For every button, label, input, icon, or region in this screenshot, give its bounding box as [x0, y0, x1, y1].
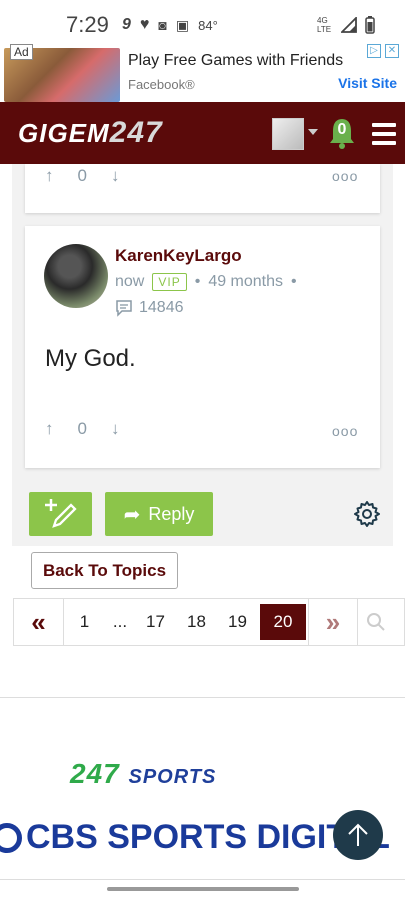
upvote-icon[interactable]: ↑ — [45, 166, 54, 186]
ad-source: Facebook® — [128, 77, 195, 92]
page-search[interactable] — [358, 599, 398, 645]
ad-title[interactable]: Play Free Games with Friends — [128, 52, 343, 70]
post-vote-count: 0 — [77, 419, 87, 438]
back-to-topics-button[interactable]: Back To Topics — [31, 552, 178, 589]
upvote-icon[interactable]: ↑ — [45, 419, 54, 439]
heart-icon: ♥ — [139, 16, 150, 33]
logo-text: GIGEM — [18, 118, 110, 148]
bottom-divider — [0, 879, 405, 880]
author-username[interactable]: KarenKeyLargo — [115, 246, 242, 266]
status-temp: 84° — [198, 17, 218, 33]
footer-divider — [0, 697, 405, 698]
post-more-options-icon[interactable]: ooo — [332, 423, 358, 439]
site-header: GIGEM247 0 — [0, 102, 405, 164]
network-label: 4G LTE — [317, 16, 332, 34]
gesture-nav-bar[interactable] — [107, 887, 299, 891]
vote-controls: ↑ 0 ↓ — [45, 166, 119, 186]
vote-count: 0 — [77, 166, 87, 185]
notifications-button[interactable]: 0 — [328, 117, 356, 151]
more-options-icon[interactable]: ooo — [332, 168, 358, 184]
separator: • — [291, 273, 297, 290]
page-link[interactable]: 18 — [176, 599, 217, 645]
scroll-to-top-button[interactable] — [333, 810, 383, 860]
status-time: 7:29 — [66, 12, 109, 37]
247sports-logo[interactable]: 247 SPORTS — [70, 758, 216, 790]
comment-icon — [116, 300, 132, 317]
ad-close-icon[interactable]: ✕ — [385, 44, 399, 58]
chevron-down-icon[interactable] — [308, 129, 318, 135]
post-vote-controls: ↑ 0 ↓ — [45, 419, 119, 439]
reply-button[interactable]: ➦ Reply — [105, 492, 213, 536]
current-page[interactable]: 20 — [260, 604, 306, 640]
page-link[interactable]: 1 — [64, 599, 105, 645]
downvote-icon[interactable]: ↓ — [111, 166, 120, 186]
first-page-button[interactable]: « — [14, 599, 64, 645]
page-ellipsis: ... — [112, 612, 128, 631]
reply-icon: ➦ — [123, 503, 141, 526]
compose-icon — [45, 499, 77, 528]
ad-info-icon[interactable]: ▷ — [367, 44, 381, 58]
member-tenure: 49 months — [208, 273, 284, 290]
cbs-eye-icon — [0, 822, 22, 853]
new-post-button[interactable] — [29, 492, 92, 536]
ad-visit-link[interactable]: Visit Site — [338, 75, 397, 91]
settings-gear-icon[interactable] — [353, 500, 381, 528]
page-link[interactable]: 19 — [217, 599, 258, 645]
status-left-icons: 9 ♥ ◙ ▣ 84° — [122, 16, 218, 34]
post-time: now — [115, 273, 145, 290]
status-right-icons: 4G LTE — [317, 16, 375, 34]
vip-badge: VIP — [152, 273, 187, 291]
signal-icon — [341, 17, 357, 33]
menu-icon[interactable] — [372, 123, 396, 145]
camera-icon: ◙ — [158, 17, 167, 33]
previous-post-card: ↑ 0 ↓ ooo — [25, 164, 380, 213]
next-page-button[interactable]: » — [308, 599, 358, 645]
battery-icon — [365, 16, 375, 34]
post-meta: now VIP • 49 months • — [115, 273, 297, 291]
logo-sports: SPORTS — [128, 766, 217, 788]
page-link[interactable]: 17 — [135, 599, 176, 645]
search-icon — [367, 613, 385, 631]
downvote-icon[interactable]: ↓ — [111, 419, 120, 439]
author-post-count[interactable]: 14846 — [115, 299, 184, 317]
status-bar: 7:29 9 ♥ ◙ ▣ 84° 4G LTE — [0, 0, 405, 44]
post-body: My God. — [45, 345, 136, 372]
notification-count: 0 — [337, 121, 347, 138]
post-count: 14846 — [139, 299, 184, 316]
reply-label: Reply — [148, 503, 195, 524]
logo-number: 247 — [109, 116, 163, 149]
separator: • — [194, 273, 201, 290]
user-avatar[interactable] — [272, 118, 304, 150]
image-icon: ▣ — [175, 16, 190, 33]
cbs-sports-digital-logo[interactable]: CBS SPORTS DIGITAL — [0, 818, 390, 857]
pagination: « 1 ... 17 18 19 20 » — [13, 598, 405, 646]
ad-badge: Ad — [10, 44, 33, 60]
arrow-up-icon — [348, 823, 368, 846]
site-logo[interactable]: GIGEM247 — [18, 116, 163, 150]
app-icon: 9 — [122, 16, 131, 33]
ad-choices[interactable]: ▷ ✕ — [367, 44, 399, 58]
author-avatar[interactable] — [44, 244, 108, 308]
logo-247: 247 — [70, 758, 120, 789]
ad-banner[interactable]: Ad Play Free Games with Friends Facebook… — [0, 44, 405, 102]
